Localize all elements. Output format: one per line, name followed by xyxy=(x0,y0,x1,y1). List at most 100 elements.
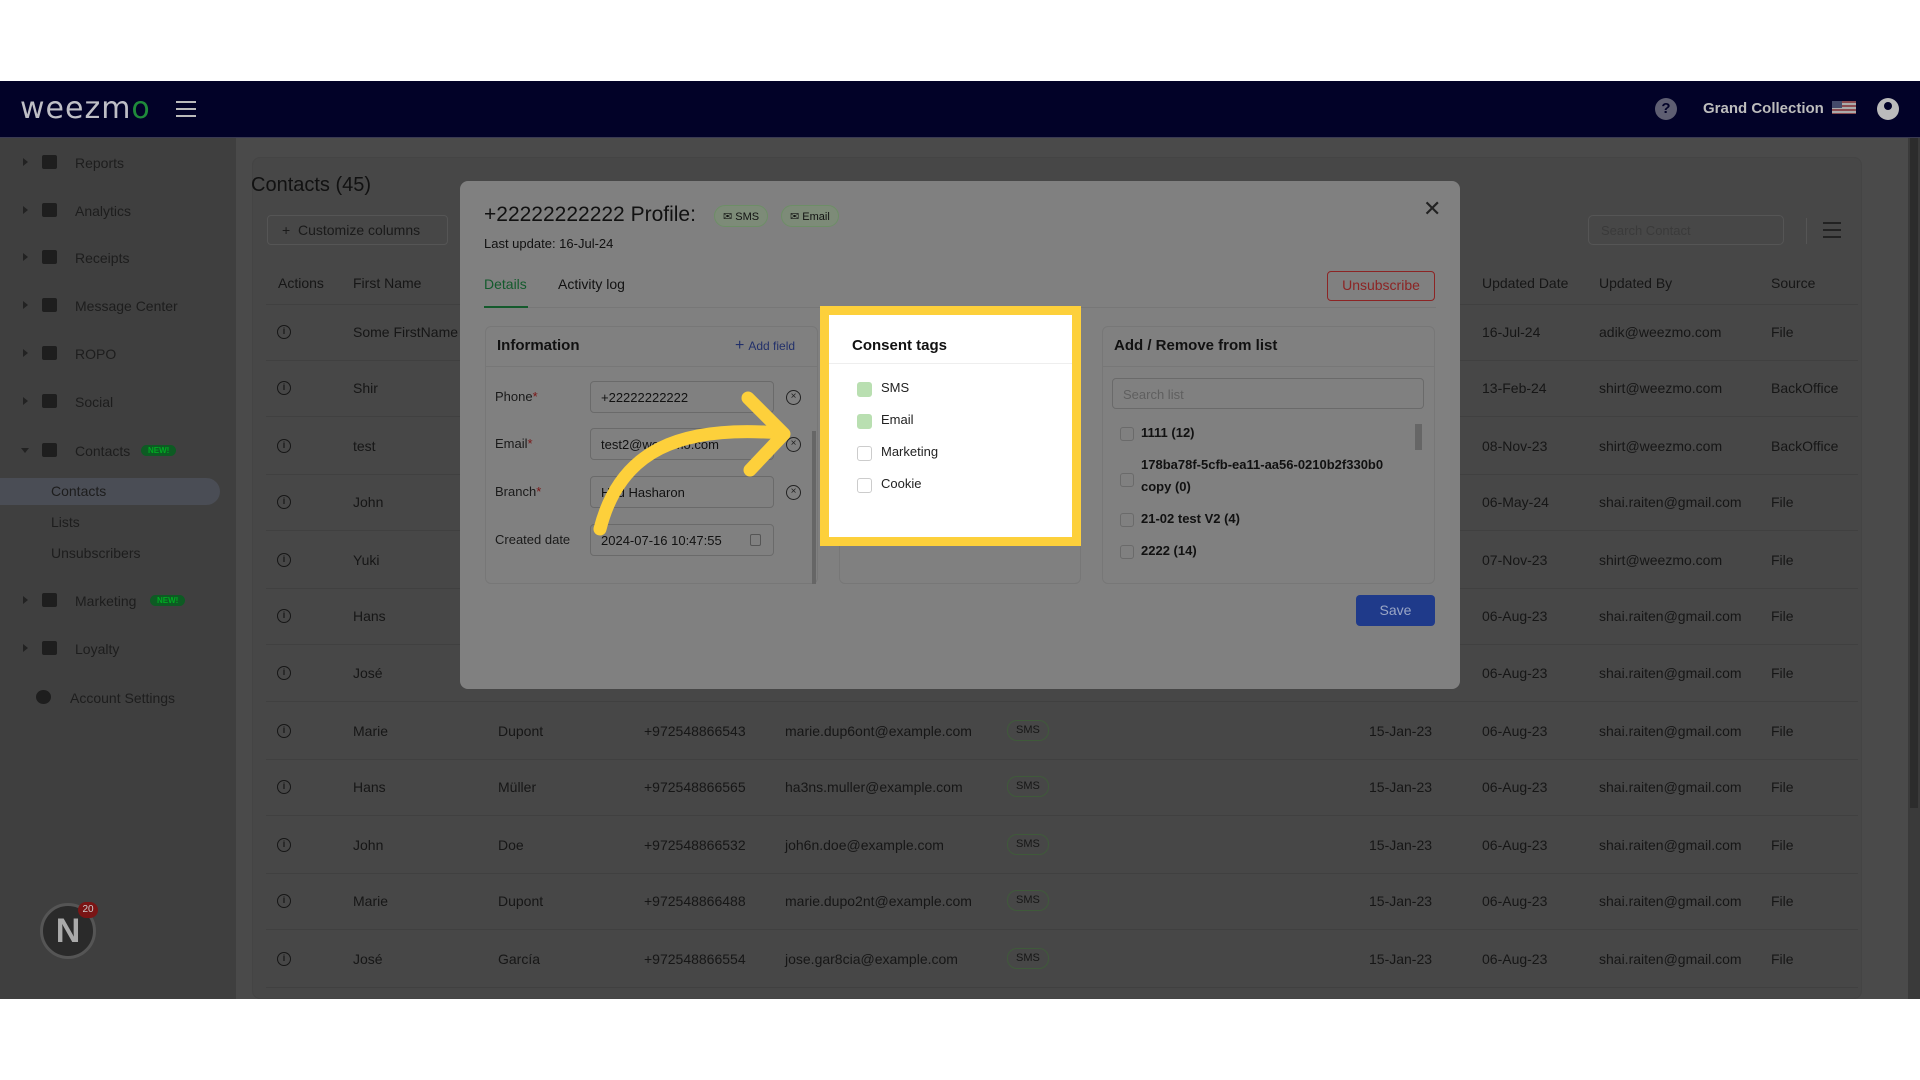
list-checkbox[interactable] xyxy=(1120,545,1134,559)
cell-created: 15-Jan-23 xyxy=(1369,779,1433,795)
email-badge: ✉ Email xyxy=(781,205,839,227)
save-button[interactable]: Save xyxy=(1356,595,1435,626)
sidebar-subitem-unsubscribers[interactable]: Unsubscribers xyxy=(51,545,140,561)
info-icon[interactable]: i xyxy=(277,724,291,738)
header-updated-by[interactable]: Updated By xyxy=(1599,275,1672,291)
sidebar-item-label: Message Center xyxy=(75,298,178,314)
cell-updated: 06-Aug-23 xyxy=(1482,665,1548,681)
modal-title: +22222222222 Profile: xyxy=(484,203,696,226)
user-account-icon[interactable] xyxy=(1877,98,1899,120)
info-icon[interactable]: i xyxy=(277,495,291,509)
caret-icon[interactable] xyxy=(23,596,28,604)
list-checkbox[interactable] xyxy=(1120,427,1134,441)
cell-last: García xyxy=(498,951,541,967)
hamburger-menu-icon[interactable] xyxy=(176,101,196,117)
field-input-created-date[interactable]: 2024-07-16 10:47:55 xyxy=(590,524,774,556)
info-icon[interactable]: i xyxy=(277,838,291,852)
info-scrollbar[interactable] xyxy=(812,431,816,584)
sidebar-item-account-settings[interactable]: Account Settings xyxy=(0,683,236,713)
page-scrollbar[interactable] xyxy=(1908,138,1920,999)
info-icon[interactable]: i xyxy=(277,325,291,339)
store-name[interactable]: Grand Collection xyxy=(1703,100,1824,117)
scrollbar-thumb[interactable] xyxy=(1910,138,1918,808)
list-checkbox[interactable] xyxy=(1120,473,1134,487)
field-input-branch[interactable]: Hod Hasharon xyxy=(590,476,774,508)
sidebar-item-social[interactable]: Social xyxy=(0,387,236,417)
info-icon[interactable]: i xyxy=(277,381,291,395)
required-mark: * xyxy=(532,389,538,404)
caret-icon[interactable] xyxy=(23,644,28,652)
caret-icon[interactable] xyxy=(23,349,28,357)
header-first-name[interactable]: First Name xyxy=(353,275,421,291)
cell-created: 15-Jan-23 xyxy=(1369,893,1433,909)
caret-icon[interactable] xyxy=(21,448,29,453)
consent-checkbox-marketing[interactable] xyxy=(857,446,872,461)
header-source[interactable]: Source xyxy=(1771,275,1815,291)
info-icon[interactable]: i xyxy=(277,666,291,680)
weezmo-logo[interactable]: weezmo xyxy=(20,91,151,126)
info-icon[interactable]: i xyxy=(277,609,291,623)
tab-activity-log[interactable]: Activity log xyxy=(558,276,625,292)
close-icon[interactable]: ✕ xyxy=(1423,196,1441,222)
unsubscribe-button[interactable]: Unsubscribe xyxy=(1327,271,1435,301)
people-icon xyxy=(42,394,57,408)
sidebar-item-contacts[interactable]: Contacts NEW! xyxy=(0,436,236,466)
clear-icon[interactable]: × xyxy=(786,437,801,452)
sidebar-item-receipts[interactable]: Receipts xyxy=(0,243,236,273)
infinity-icon xyxy=(42,346,57,360)
sidebar-subitem-lists[interactable]: Lists xyxy=(51,514,80,530)
sidebar-subitem-contacts[interactable]: Contacts xyxy=(51,483,106,499)
search-contact-input[interactable]: Search Contact xyxy=(1588,215,1784,245)
sidebar-item-marketing[interactable]: Marketing NEW! xyxy=(0,586,236,616)
cell-by: adik@weezmo.com xyxy=(1599,324,1722,340)
cell-by: shai.raiten@gmail.com xyxy=(1599,837,1742,853)
sms-badge-label: SMS xyxy=(735,211,760,223)
sidebar-item-reports[interactable]: Reports xyxy=(0,148,236,178)
cell-first: John xyxy=(353,494,384,510)
caret-icon[interactable] xyxy=(23,301,28,309)
caret-icon[interactable] xyxy=(23,206,28,214)
search-list-input[interactable]: Search list xyxy=(1112,378,1424,409)
field-input-phone[interactable]: +22222222222 xyxy=(590,381,774,413)
header-updated-date[interactable]: Updated Date xyxy=(1482,275,1568,291)
top-bar: weezmo ? Grand Collection xyxy=(0,81,1920,138)
cell-first: test xyxy=(353,438,376,454)
cell-first: Marie xyxy=(353,723,389,739)
info-icon[interactable]: i xyxy=(277,439,291,453)
info-icon[interactable]: i xyxy=(277,553,291,567)
info-icon[interactable]: i xyxy=(277,780,291,794)
sms-tag-badge: SMS xyxy=(1007,776,1049,797)
consent-checkbox-email[interactable] xyxy=(857,414,872,429)
list-checkbox[interactable] xyxy=(1120,513,1134,527)
field-input-email[interactable]: test2@weezmo.com xyxy=(590,428,774,460)
lists-scrollbar[interactable] xyxy=(1415,424,1422,450)
cell-email: marie.dup6ont@example.com xyxy=(785,723,972,739)
sidebar-item-loyalty[interactable]: Loyalty xyxy=(0,634,236,664)
info-icon[interactable]: i xyxy=(277,952,291,966)
caret-icon[interactable] xyxy=(23,253,28,261)
tab-details[interactable]: Details xyxy=(484,276,527,292)
sidebar-item-ropo[interactable]: ROPO xyxy=(0,339,236,369)
us-flag-icon[interactable] xyxy=(1832,101,1856,114)
clear-icon[interactable]: × xyxy=(786,390,801,405)
info-icon[interactable]: i xyxy=(277,894,291,908)
clear-icon[interactable]: × xyxy=(786,485,801,500)
filter-settings-icon[interactable] xyxy=(1823,222,1841,238)
add-field-button[interactable]: + Add field xyxy=(735,337,795,355)
customize-columns-button[interactable]: + Customize columns xyxy=(267,215,448,245)
caret-icon[interactable] xyxy=(23,397,28,405)
calendar-icon[interactable] xyxy=(750,534,761,546)
cell-updated: 06-Aug-23 xyxy=(1482,837,1548,853)
sidebar-item-message-center[interactable]: Message Center xyxy=(0,291,236,321)
chart-icon xyxy=(42,203,57,217)
consent-checkbox-sms[interactable] xyxy=(857,382,872,397)
cell-source: File xyxy=(1771,723,1794,739)
consent-checkbox-cookie[interactable] xyxy=(857,478,872,493)
cell-phone: +972548866532 xyxy=(644,837,746,853)
caret-icon[interactable] xyxy=(23,158,28,166)
cell-email: jose.gar8cia@example.com xyxy=(785,951,958,967)
sidebar-item-analytics[interactable]: Analytics xyxy=(0,196,236,226)
cell-last: Doe xyxy=(498,837,524,853)
sidebar-item-label: Contacts xyxy=(75,443,131,459)
help-icon[interactable]: ? xyxy=(1655,98,1677,120)
